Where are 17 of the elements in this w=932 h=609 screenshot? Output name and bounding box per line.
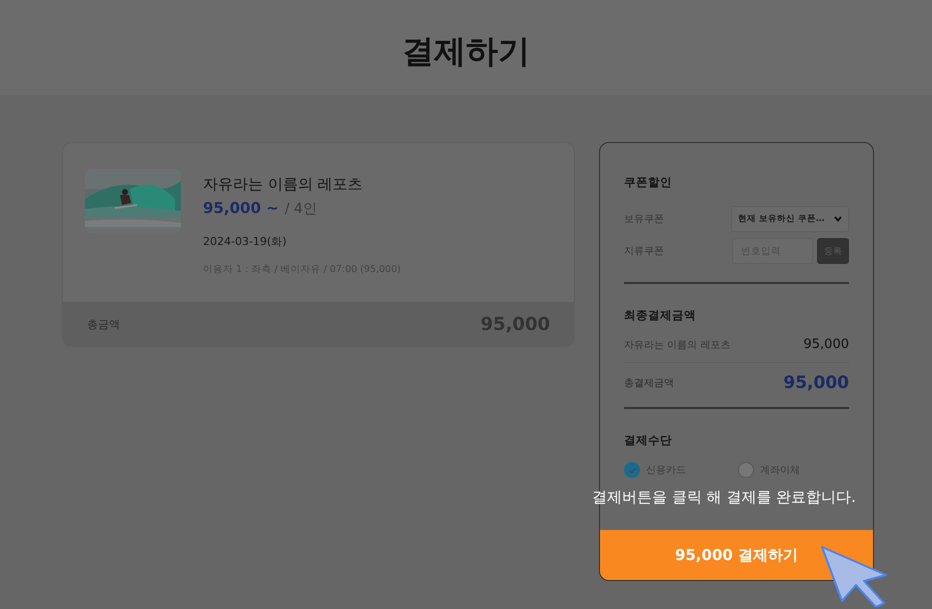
- radio-button[interactable]: [738, 462, 754, 478]
- section-title: 쿠폰할인: [624, 175, 673, 190]
- booking-date: 2024-03-19(화): [203, 234, 288, 249]
- item-amount: 95,000: [804, 337, 849, 352]
- page-title: 결제하기: [402, 30, 530, 72]
- tooltip-text: 결제버튼을 클릭 해 결제를 완료합니다.: [592, 488, 856, 507]
- coupon-select[interactable]: 현재 보유하신 쿠폰…: [731, 206, 849, 232]
- total-label: 총결제금액: [624, 377, 674, 390]
- section-title: 최종결제금액: [624, 308, 697, 323]
- section-title: 결제수단: [624, 433, 673, 448]
- check-icon: [628, 466, 636, 474]
- total-amount: 95,000: [783, 373, 849, 393]
- cursor-icon: [820, 545, 890, 607]
- product-price: 95,000 ~: [203, 199, 279, 217]
- chevron-down-icon: [834, 216, 842, 222]
- radio-button[interactable]: [624, 462, 640, 478]
- product-name: 자유라는 이름의 레포츠: [203, 175, 364, 194]
